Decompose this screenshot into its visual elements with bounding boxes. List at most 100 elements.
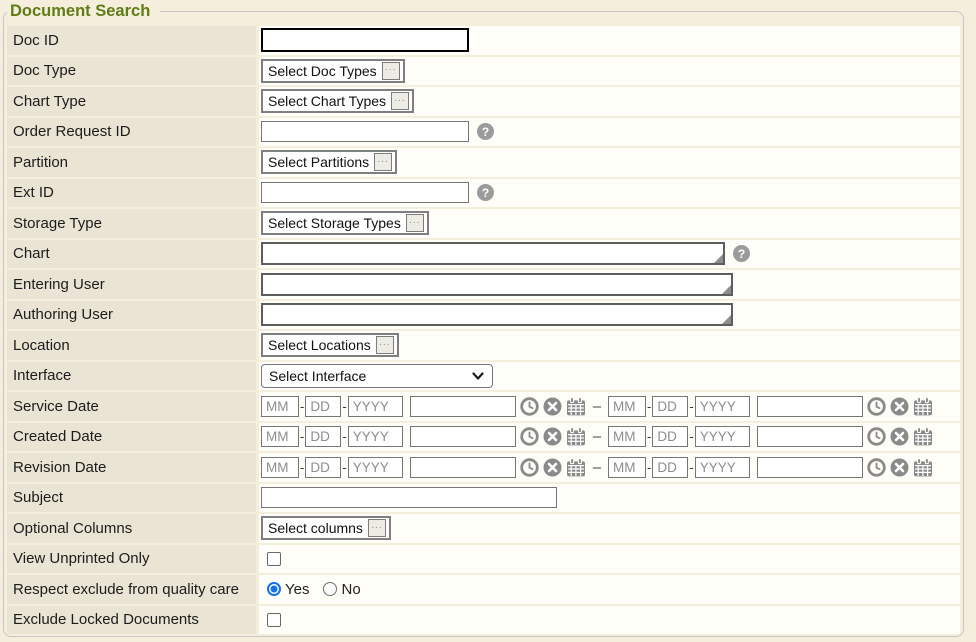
form-row-created-date: Created Date - - –: [7, 423, 960, 452]
clear-icon[interactable]: [543, 397, 562, 416]
field-label-subject: Subject: [7, 484, 256, 513]
entering-user-textarea[interactable]: [261, 273, 733, 296]
radio-yes-label: Yes: [285, 581, 309, 598]
clock-icon[interactable]: [520, 397, 539, 416]
field-label-chart-type: Chart Type: [7, 87, 256, 116]
field-label-view-unprinted-only: View Unprinted Only: [7, 545, 256, 574]
resize-grip-icon[interactable]: [714, 254, 723, 263]
form-row-order-request-id: Order Request ID ?: [7, 118, 960, 147]
select-partitions-button[interactable]: Select Partitions ...: [261, 150, 397, 174]
time-input[interactable]: [757, 457, 863, 478]
interface-select[interactable]: Select Interface: [261, 364, 493, 388]
year-input[interactable]: [695, 426, 750, 447]
year-input[interactable]: [695, 457, 750, 478]
field-label-interface: Interface: [7, 362, 256, 391]
calendar-icon[interactable]: [913, 427, 933, 446]
time-input[interactable]: [757, 426, 863, 447]
day-input[interactable]: [305, 457, 341, 478]
order-request-id-input[interactable]: [261, 121, 469, 142]
select-locations-button[interactable]: Select Locations ...: [261, 333, 399, 357]
view-unprinted-only-checkbox[interactable]: [267, 552, 281, 566]
calendar-icon[interactable]: [566, 397, 586, 416]
clear-icon[interactable]: [543, 458, 562, 477]
clock-icon[interactable]: [520, 427, 539, 446]
clock-icon[interactable]: [867, 397, 886, 416]
date-separator: -: [300, 399, 304, 414]
day-input[interactable]: [305, 426, 341, 447]
authoring-user-textarea[interactable]: [261, 303, 733, 326]
select-columns-button[interactable]: Select columns ...: [261, 516, 391, 540]
clear-icon[interactable]: [890, 397, 909, 416]
ellipsis-button[interactable]: ...: [368, 519, 386, 537]
resize-grip-icon[interactable]: [722, 285, 731, 294]
picker-label: Select Doc Types: [268, 63, 377, 79]
calendar-icon[interactable]: [566, 427, 586, 446]
ellipsis-button[interactable]: ...: [374, 153, 392, 171]
select-doc-types-button[interactable]: Select Doc Types ...: [261, 59, 405, 83]
picker-label: Select Storage Types: [268, 215, 401, 231]
ellipsis-button[interactable]: ...: [382, 62, 400, 80]
day-input[interactable]: [305, 396, 341, 417]
calendar-icon[interactable]: [913, 458, 933, 477]
ellipsis-button[interactable]: ...: [406, 214, 424, 232]
ext-id-input[interactable]: [261, 182, 469, 203]
chart-textarea[interactable]: [261, 242, 725, 265]
radio-no[interactable]: [323, 582, 337, 596]
date-separator: -: [647, 399, 651, 414]
clock-icon[interactable]: [867, 458, 886, 477]
date-time-group: - -: [261, 426, 586, 447]
form-row-exclude-locked: Exclude Locked Documents: [7, 606, 960, 635]
month-input[interactable]: [608, 396, 646, 417]
year-input[interactable]: [695, 396, 750, 417]
clear-icon[interactable]: [543, 427, 562, 446]
date-separator: -: [647, 460, 651, 475]
radio-yes[interactable]: [267, 582, 281, 596]
select-storage-types-button[interactable]: Select Storage Types ...: [261, 211, 429, 235]
chevron-down-icon: [471, 370, 485, 382]
form-row-doc-type: Doc Type Select Doc Types ...: [7, 57, 960, 86]
date-separator: -: [342, 460, 346, 475]
resize-grip-icon[interactable]: [722, 315, 731, 324]
month-input[interactable]: [608, 457, 646, 478]
range-separator: –: [593, 459, 601, 476]
month-input[interactable]: [261, 396, 299, 417]
calendar-icon[interactable]: [913, 397, 933, 416]
picker-label: Select Locations: [268, 337, 371, 353]
help-icon[interactable]: ?: [477, 184, 494, 201]
select-chart-types-button[interactable]: Select Chart Types ...: [261, 89, 414, 113]
exclude-locked-documents-checkbox[interactable]: [267, 613, 281, 627]
month-input[interactable]: [261, 457, 299, 478]
time-input[interactable]: [410, 426, 516, 447]
field-label-revision-date: Revision Date: [7, 453, 256, 482]
field-label-doc-id: Doc ID: [7, 26, 256, 55]
form-row-authoring-user: Authoring User: [7, 301, 960, 330]
clock-icon[interactable]: [867, 427, 886, 446]
time-input[interactable]: [410, 396, 516, 417]
year-input[interactable]: [348, 426, 403, 447]
subject-input[interactable]: [261, 487, 557, 508]
month-input[interactable]: [261, 426, 299, 447]
doc-id-input[interactable]: [261, 28, 469, 52]
month-input[interactable]: [608, 426, 646, 447]
clock-icon[interactable]: [520, 458, 539, 477]
day-input[interactable]: [652, 396, 688, 417]
year-input[interactable]: [348, 457, 403, 478]
day-input[interactable]: [652, 426, 688, 447]
clear-icon[interactable]: [890, 427, 909, 446]
radio-no-label: No: [341, 581, 360, 598]
ellipsis-button[interactable]: ...: [376, 336, 394, 354]
help-icon[interactable]: ?: [477, 123, 494, 140]
field-label-authoring-user: Authoring User: [7, 301, 256, 330]
ellipsis-button[interactable]: ...: [391, 92, 409, 110]
calendar-icon[interactable]: [566, 458, 586, 477]
time-input[interactable]: [757, 396, 863, 417]
time-input[interactable]: [410, 457, 516, 478]
date-time-group: - -: [608, 426, 933, 447]
help-icon[interactable]: ?: [733, 245, 750, 262]
day-input[interactable]: [652, 457, 688, 478]
clear-icon[interactable]: [890, 458, 909, 477]
document-search-panel: Document Search Doc ID Doc Type Select D…: [3, 11, 964, 637]
year-input[interactable]: [348, 396, 403, 417]
field-label-optional-columns: Optional Columns: [7, 514, 256, 543]
date-separator: -: [689, 399, 693, 414]
